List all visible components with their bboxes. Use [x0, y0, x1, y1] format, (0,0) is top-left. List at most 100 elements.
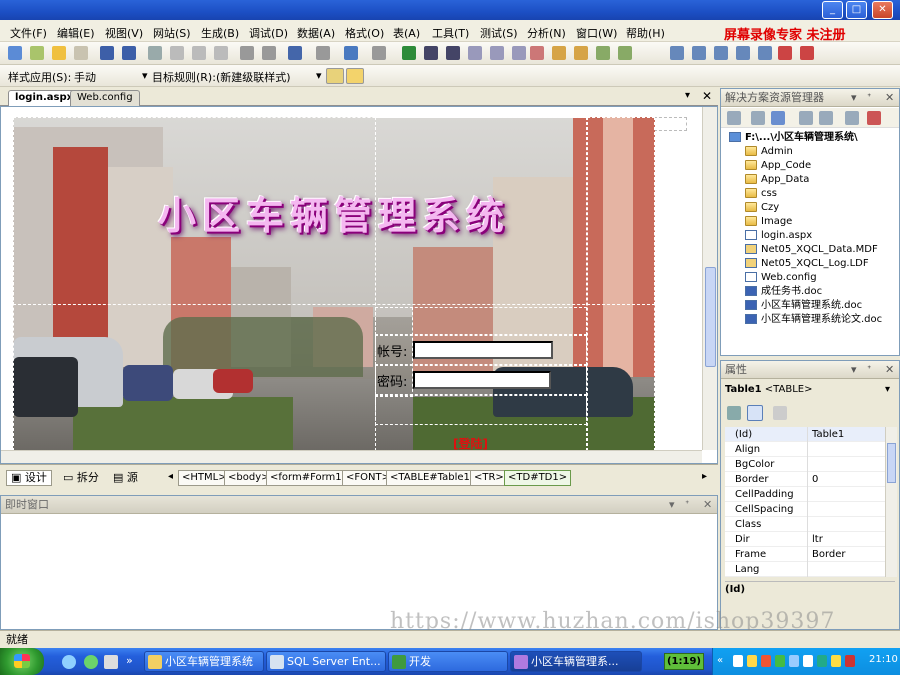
chevron-down-icon[interactable]: ▾: [316, 69, 322, 82]
tree-item-czy[interactable]: Czy: [745, 201, 779, 215]
categorized-icon[interactable]: [727, 406, 741, 420]
tree-item-image[interactable]: Image: [745, 215, 792, 229]
property-value[interactable]: [807, 562, 885, 577]
tray-icon[interactable]: [733, 655, 743, 667]
tag-html[interactable]: <HTML>: [178, 470, 231, 486]
menu-format[interactable]: 格式(O): [345, 25, 384, 41]
tree-root[interactable]: F:\...\小区车辆管理系统\: [729, 131, 858, 145]
tree-item-mdf[interactable]: Net05_XQCL_Data.MDF: [745, 243, 878, 257]
maximize-button[interactable]: □: [846, 1, 867, 19]
tree-item-web-config[interactable]: Web.config: [745, 271, 817, 285]
toolbox-icon[interactable]: [596, 46, 610, 60]
design-surface[interactable]: 小区车辆管理系统 帐号: 密码: [登陆]: [0, 106, 718, 464]
horizontal-scrollbar[interactable]: [1, 450, 702, 463]
task-sql-server[interactable]: SQL Server Ent...: [266, 651, 386, 672]
source-view-button[interactable]: ▤ 源: [108, 470, 143, 486]
navigate-forward-icon[interactable]: [372, 46, 386, 60]
paste-icon[interactable]: [214, 46, 228, 60]
close-icon[interactable]: ✕: [703, 496, 712, 513]
property-row[interactable]: Lang: [725, 562, 885, 577]
tree-item-doc-3[interactable]: 小区车辆管理系统论文.doc: [745, 313, 882, 327]
step-over-icon[interactable]: [490, 46, 504, 60]
property-value[interactable]: [807, 487, 885, 502]
menu-table[interactable]: 表(A): [393, 25, 420, 41]
save-all-icon[interactable]: [122, 46, 136, 60]
pin-icon[interactable]: ᐩ: [867, 361, 871, 378]
menu-help[interactable]: 帮助(H): [626, 25, 665, 41]
chevron-down-icon[interactable]: ▾: [685, 90, 690, 101]
tag-scroll-right-icon[interactable]: ▸: [702, 471, 707, 482]
volume-icon[interactable]: [803, 655, 813, 667]
tree-item-doc-2[interactable]: 小区车辆管理系统.doc: [745, 299, 862, 313]
tag-tr[interactable]: <TR>: [470, 470, 508, 486]
account-input[interactable]: [413, 341, 553, 359]
menu-view[interactable]: 视图(V): [105, 25, 143, 41]
close-icon[interactable]: ✕: [885, 361, 894, 378]
close-button[interactable]: ✕: [872, 1, 893, 19]
property-row[interactable]: Align: [725, 442, 885, 457]
chevron-down-icon[interactable]: ▾: [851, 361, 857, 378]
object-selector[interactable]: Table1 <TABLE> ▾: [725, 384, 895, 400]
task-explorer[interactable]: 小区车辆管理系统: [144, 651, 264, 672]
property-value[interactable]: [807, 502, 885, 517]
properties-icon[interactable]: [727, 111, 741, 125]
menu-edit[interactable]: 编辑(E): [57, 25, 95, 41]
property-value[interactable]: ltr: [807, 532, 885, 547]
show-all-files-icon[interactable]: [751, 111, 765, 125]
security-icon[interactable]: [817, 655, 827, 667]
show-desktop-icon[interactable]: [104, 655, 118, 669]
open-icon[interactable]: [52, 46, 66, 60]
indent-icon[interactable]: [240, 46, 254, 60]
property-value[interactable]: 0: [807, 472, 885, 487]
network-icon[interactable]: [789, 655, 799, 667]
copy-website-icon[interactable]: [867, 111, 881, 125]
find-icon[interactable]: [530, 46, 544, 60]
view-code-icon[interactable]: [799, 111, 813, 125]
property-row[interactable]: (Id) Table1: [725, 427, 885, 442]
chevron-left-icon[interactable]: «: [717, 655, 723, 666]
attach-style-icon[interactable]: [346, 68, 364, 84]
design-view-button[interactable]: ▣ 设计: [6, 470, 52, 486]
chevron-down-icon[interactable]: ▾: [669, 496, 675, 513]
window-icon[interactable]: [778, 46, 792, 60]
tab-web-config[interactable]: Web.config: [70, 90, 140, 106]
cut-icon[interactable]: [170, 46, 184, 60]
menu-data[interactable]: 数据(A): [297, 25, 335, 41]
property-value[interactable]: Border: [807, 547, 885, 562]
chevron-down-icon[interactable]: ▾: [142, 69, 148, 82]
property-row[interactable]: Class: [725, 517, 885, 532]
chevron-right-icon[interactable]: »: [126, 654, 133, 667]
tree-item-ldf[interactable]: Net05_XQCL_Log.LDF: [745, 257, 869, 271]
format-icon[interactable]: [670, 46, 684, 60]
menu-build[interactable]: 生成(B): [201, 25, 239, 41]
copy-icon[interactable]: [192, 46, 206, 60]
refresh-icon[interactable]: [771, 111, 785, 125]
ie-icon[interactable]: [62, 655, 76, 669]
property-row[interactable]: CellSpacing: [725, 502, 885, 517]
tray-icon[interactable]: [831, 655, 841, 667]
menu-window[interactable]: 窗口(W): [576, 25, 617, 41]
property-value[interactable]: Table1: [807, 427, 885, 442]
tree-item-app-data[interactable]: App_Data: [745, 173, 809, 187]
align-icon[interactable]: [692, 46, 706, 60]
style-apply-select[interactable]: 手动: [74, 69, 96, 85]
start-debug-icon[interactable]: [402, 46, 416, 60]
alphabetical-icon[interactable]: [747, 405, 763, 421]
clock[interactable]: 21:10: [869, 654, 898, 665]
new-project-icon[interactable]: [8, 46, 22, 60]
undo-icon[interactable]: [288, 46, 302, 60]
chevron-down-icon[interactable]: ▾: [851, 89, 857, 106]
menu-file[interactable]: 文件(F): [10, 25, 47, 41]
grid-icon[interactable]: [758, 46, 772, 60]
recorder-timer[interactable]: (1:19): [664, 653, 704, 670]
property-row[interactable]: BgColor: [725, 457, 885, 472]
tree-item-admin[interactable]: Admin: [745, 145, 793, 159]
quicklaunch-icon[interactable]: [84, 655, 98, 669]
menu-debug[interactable]: 调试(D): [249, 25, 288, 41]
tray-icon[interactable]: [845, 655, 855, 667]
property-value[interactable]: [807, 442, 885, 457]
close-icon[interactable]: ✕: [702, 89, 712, 103]
login-button[interactable]: [登陆]: [453, 435, 488, 451]
pause-icon[interactable]: [424, 46, 438, 60]
nest-icon[interactable]: [845, 111, 859, 125]
